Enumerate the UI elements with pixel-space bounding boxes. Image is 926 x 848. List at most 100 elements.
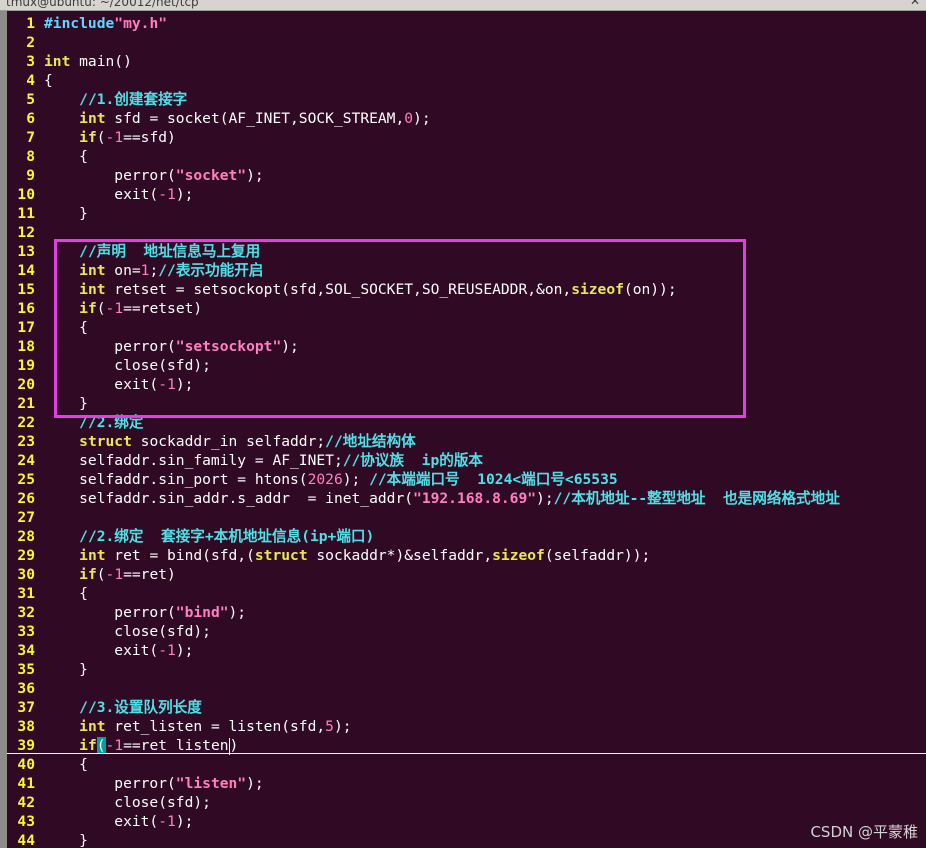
code-text: perror("socket"); [44,166,263,185]
code-token: ); [281,338,299,355]
code-token: { [44,148,88,165]
code-line[interactable]: 24 selfaddr.sin_family = AF_INET;//协议族 i… [7,451,926,470]
line-number: 29 [17,547,35,564]
code-line[interactable]: 16 if(-1==retset) [7,299,926,318]
code-line[interactable]: 35 } [7,660,926,679]
code-line[interactable]: 11 } [7,204,926,223]
line-number: 5 [26,91,35,108]
line-number: 25 [17,471,35,488]
line-number: 14 [17,262,35,279]
line-number: 31 [17,585,35,602]
code-keyword: int [79,547,106,564]
code-line[interactable]: 28 //2.绑定 套接字+本机地址信息(ip+端口) [7,527,926,546]
code-line[interactable]: 17 { [7,318,926,337]
code-line[interactable]: 32 perror("bind"); [7,603,926,622]
code-line[interactable]: 12 [7,223,926,242]
code-text: int main() [44,52,132,71]
code-text: selfaddr.sin_family = AF_INET;//协议族 ip的版… [44,451,483,470]
code-token: exit( [44,376,159,393]
code-line[interactable]: 5 //1.创建套接字 [7,90,926,109]
code-number: 0 [404,110,414,127]
line-number: 34 [17,642,35,659]
code-line[interactable]: 34 exit(-1); [7,641,926,660]
line-number: 38 [17,718,35,735]
close-icon[interactable]: ✕ [910,0,920,8]
code-line[interactable]: 22 //2.绑定 [7,413,926,432]
code-string: "socket" [175,167,247,184]
line-number: 19 [17,357,35,374]
code-line[interactable]: 1 #include"my.h" [7,14,926,33]
code-line[interactable]: 26 selfaddr.sin_addr.s_addr = inet_addr(… [7,489,926,508]
code-line[interactable]: 4{ [7,71,926,90]
code-token: ret_listen = listen(sfd, [105,718,326,735]
line-number: 3 [26,53,35,70]
code-line[interactable]: 8 { [7,147,926,166]
code-line[interactable]: 7 if(-1==sfd) [7,128,926,147]
code-text: perror("setsockopt"); [44,337,299,356]
line-number: 16 [17,300,35,317]
code-line[interactable]: 13 //声明 地址信息马上复用 [7,242,926,261]
code-line[interactable]: 25 selfaddr.sin_port = htons(2026); //本端… [7,470,926,489]
code-line[interactable]: 3 int main() [7,52,926,71]
code-text: { [44,147,88,166]
window-titlebar: tmux@ubuntu: ~/20012/net/tcp ✕ [0,0,926,11]
code-line[interactable]: 21 } [7,394,926,413]
code-line[interactable]: 44 } [7,831,926,848]
code-text: } [44,204,88,223]
code-token: ( [96,300,106,317]
code-token: ==sfd) [123,129,176,146]
code-token: ret = bind(sfd,( [105,547,255,564]
code-text: int ret_listen = listen(sfd,5); [44,717,351,736]
code-text: close(sfd); [44,356,211,375]
code-line[interactable]: 40 { [7,755,926,774]
cursor-line-underline [7,753,926,754]
line-number: 35 [17,661,35,678]
line-number: 10 [17,186,35,203]
code-text: //3.设置队列长度 [44,698,202,717]
code-string: "listen" [175,775,247,792]
code-comment: //本机地址--整型地址 也是网络格式地址 [553,490,840,507]
vim-editor[interactable]: 1 #include"my.h" 2 3 int main() 4{5 //1.创建套接字… [7,11,926,848]
code-line[interactable]: 42 close(sfd); [7,793,926,812]
code-line[interactable]: 14 int on=1;//表示功能开启 [7,261,926,280]
code-line[interactable]: 15 int retset = setsockopt(sfd,SOL_SOCKE… [7,280,926,299]
code-token: perror( [44,604,176,621]
code-line[interactable]: 27 [7,508,926,527]
window-title: tmux@ubuntu: ~/20012/net/tcp [6,0,199,9]
code-line[interactable]: 36 [7,679,926,698]
line-number: 15 [17,281,35,298]
code-line[interactable]: 33 close(sfd); [7,622,926,641]
code-token: close(sfd); [44,357,211,374]
code-number: -1 [158,376,176,393]
code-string: "my.h" [114,15,168,32]
code-line[interactable]: 41 perror("listen"); [7,774,926,793]
code-number: -1 [158,186,176,203]
code-line[interactable]: 38 int ret_listen = listen(sfd,5); [7,717,926,736]
code-line[interactable]: 2 [7,33,926,52]
code-token: } [44,832,88,848]
line-number: 42 [17,794,35,811]
code-line[interactable]: 6 int sfd = socket(AF_INET,SOCK_STREAM,0… [7,109,926,128]
code-token: ( [96,129,106,146]
code-line[interactable]: 43 exit(-1); [7,812,926,831]
line-number: 22 [17,414,35,431]
code-line[interactable]: 23 struct sockaddr_in selfaddr;//地址结构体 [7,432,926,451]
code-line[interactable]: 10 exit(-1); [7,185,926,204]
code-token: ; [149,262,159,279]
code-line[interactable]: 29 int ret = bind(sfd,(struct sockaddr*)… [7,546,926,565]
code-line[interactable]: 30 if(-1==ret) [7,565,926,584]
code-token: exit( [44,186,159,203]
code-line[interactable]: 31 { [7,584,926,603]
code-keyword: int [79,262,106,279]
code-line[interactable]: 19 close(sfd); [7,356,926,375]
code-line[interactable]: 20 exit(-1); [7,375,926,394]
code-line[interactable]: 18 perror("setsockopt"); [7,337,926,356]
code-line[interactable]: 37 //3.设置队列长度 [7,698,926,717]
code-text: { [44,71,53,90]
line-number: 2 [26,34,35,51]
code-line[interactable]: 9 perror("socket"); [7,166,926,185]
